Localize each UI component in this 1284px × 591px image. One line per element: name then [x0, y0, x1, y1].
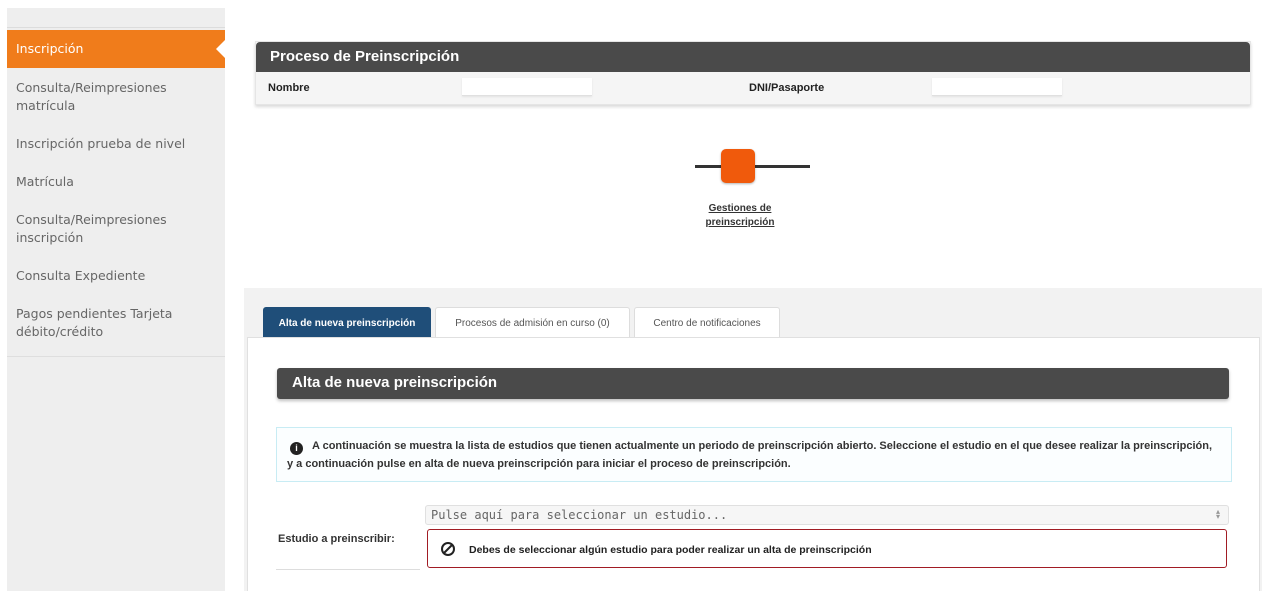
sidebar-item-matricula[interactable]: Matrícula: [7, 164, 225, 200]
tab-centro-notificaciones[interactable]: Centro de notificaciones: [634, 307, 780, 338]
info-circle-icon: i: [290, 442, 303, 455]
sidebar-item-consulta-expediente[interactable]: Consulta Expediente: [7, 258, 225, 294]
select-arrows-icon: ▴ ▾: [1215, 507, 1220, 521]
estudio-label: Estudio a preinscribir:: [278, 533, 395, 545]
sidebar-item-prueba-nivel[interactable]: Inscripción prueba de nivel: [7, 126, 225, 162]
stepper-step-marker[interactable]: [721, 149, 755, 183]
process-title: Proceso de Preinscripción: [256, 42, 1250, 72]
info-text: A continuación se muestra la lista de es…: [287, 440, 1213, 470]
sidebar-item-inscripcion[interactable]: Inscripción: [7, 30, 226, 68]
sidebar-menu: Inscripción Consulta/Reimpresiones matrí…: [7, 30, 226, 357]
dni-label: DNI/Pasaporte: [749, 82, 825, 94]
ban-icon: [441, 542, 455, 556]
error-text: Debes de seleccionar algún estudio para …: [469, 544, 872, 556]
info-alert: iA continuación se muestra la lista de e…: [276, 427, 1232, 482]
error-alert: Debes de seleccionar algún estudio para …: [427, 529, 1227, 568]
alta-section-title: Alta de nueva preinscripción: [277, 368, 1229, 399]
process-info-row: Nombre DNI/Pasaporte: [256, 72, 1250, 104]
tab-procesos-admision[interactable]: Procesos de admisión en curso (0): [435, 307, 630, 338]
estudio-select[interactable]: Pulse aquí para seleccionar un estudio..…: [425, 505, 1229, 525]
estudio-divider: [276, 569, 420, 570]
name-label: Nombre: [268, 82, 310, 94]
tab-alta-nueva-preinscripcion[interactable]: Alta de nueva preinscripción: [263, 307, 431, 338]
stepper-step-label[interactable]: Gestiones de preinscripción: [680, 202, 800, 230]
sidebar-topbar: [7, 8, 225, 28]
process-panel: Proceso de Preinscripción Nombre DNI/Pas…: [255, 41, 1251, 105]
dni-value: [932, 78, 1062, 96]
sidebar: Inscripción Consulta/Reimpresiones matrí…: [7, 8, 226, 591]
sidebar-item-pagos-pendientes[interactable]: Pagos pendientes Tarjeta débito/crédito: [7, 296, 225, 350]
name-value: [462, 78, 592, 96]
sidebar-item-consulta-matricula[interactable]: Consulta/Reimpresiones matrícula: [7, 70, 225, 124]
sidebar-item-consulta-inscripcion[interactable]: Consulta/Reimpresiones inscripción: [7, 202, 225, 256]
estudio-select-placeholder: Pulse aquí para seleccionar un estudio..…: [431, 508, 728, 522]
